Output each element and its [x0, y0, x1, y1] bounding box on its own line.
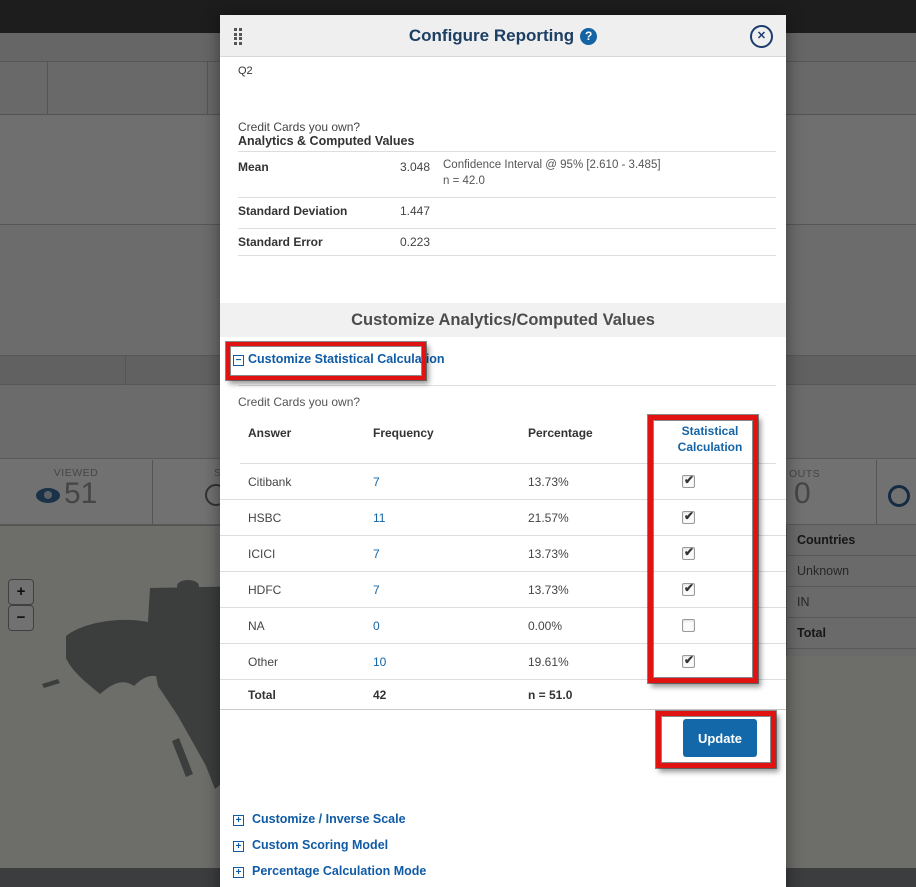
answer-cell: Citibank	[248, 475, 291, 489]
divider	[238, 255, 776, 256]
percentage-calculation-mode-link[interactable]: Percentage Calculation Mode	[252, 864, 426, 878]
frequency-link[interactable]: 7	[373, 547, 380, 561]
expand-icon[interactable]: +	[233, 841, 244, 852]
annotation-box-update-button	[656, 711, 776, 768]
percentage-cell: 13.73%	[528, 475, 569, 489]
percentage-cell: 13.73%	[528, 583, 569, 597]
column-header-percentage: Percentage	[528, 426, 593, 440]
customize-inverse-scale-link[interactable]: Customize / Inverse Scale	[252, 812, 406, 826]
table-total-row: Total 42 n = 51.0	[220, 680, 786, 710]
modal-title-text: Configure Reporting	[409, 26, 574, 45]
annotation-box-checkbox-column	[648, 415, 758, 683]
analytics-row-label: Mean	[238, 160, 269, 174]
column-header-answer: Answer	[248, 426, 291, 440]
answer-cell: NA	[248, 619, 265, 633]
annotation-box-statistical-link	[226, 342, 426, 380]
analytics-row-note: Confidence Interval @ 95% [2.610 - 3.485…	[443, 157, 661, 189]
page: ing ▾ Text / Media ▾ Report Link https:/…	[0, 0, 916, 887]
percentage-cell: 21.57%	[528, 511, 569, 525]
analytics-row-value: 1.447	[360, 204, 430, 218]
divider	[238, 151, 776, 152]
expand-icon[interactable]: +	[233, 867, 244, 878]
percentage-cell: 19.61%	[528, 655, 569, 669]
frequency-link[interactable]: 7	[373, 475, 380, 489]
configure-reporting-modal: Configure Reporting? ✕ Q2 Credit Cards y…	[220, 15, 786, 887]
column-header-frequency: Frequency	[373, 426, 434, 440]
answer-cell: ICICI	[248, 547, 275, 561]
customize-section-heading: Customize Analytics/Computed Values	[220, 303, 786, 337]
answer-cell: Other	[248, 655, 278, 669]
sample-size: n = 42.0	[443, 173, 661, 189]
close-icon[interactable]: ✕	[750, 25, 773, 48]
frequency-link[interactable]: 0	[373, 619, 380, 633]
divider	[238, 385, 776, 386]
divider	[238, 197, 776, 198]
divider	[238, 228, 776, 229]
analytics-row-value: 3.048	[360, 160, 430, 174]
answer-cell: HSBC	[248, 511, 281, 525]
total-frequency: 42	[373, 688, 386, 702]
answer-cell: HDFC	[248, 583, 281, 597]
question-code: Q2	[238, 65, 253, 77]
expand-icon[interactable]: +	[233, 815, 244, 826]
frequency-link[interactable]: 7	[373, 583, 380, 597]
custom-scoring-model-link[interactable]: Custom Scoring Model	[252, 838, 388, 852]
frequency-link[interactable]: 10	[373, 655, 386, 669]
table-question-text: Credit Cards you own?	[238, 395, 360, 409]
total-sample-size: n = 51.0	[528, 688, 572, 702]
modal-header: Configure Reporting? ✕	[220, 15, 786, 57]
analytics-row-label: Standard Error	[238, 235, 323, 249]
percentage-cell: 0.00%	[528, 619, 562, 633]
total-label: Total	[248, 688, 276, 702]
analytics-heading: Analytics & Computed Values	[238, 134, 414, 148]
analytics-row-label: Standard Deviation	[238, 204, 347, 218]
help-icon[interactable]: ?	[580, 28, 597, 45]
modal-title: Configure Reporting?	[220, 15, 786, 57]
frequency-link[interactable]: 11	[373, 511, 385, 525]
percentage-cell: 13.73%	[528, 547, 569, 561]
confidence-interval: Confidence Interval @ 95% [2.610 - 3.485…	[443, 157, 661, 173]
question-text: Credit Cards you own?	[238, 120, 360, 134]
analytics-row-value: 0.223	[360, 235, 430, 249]
